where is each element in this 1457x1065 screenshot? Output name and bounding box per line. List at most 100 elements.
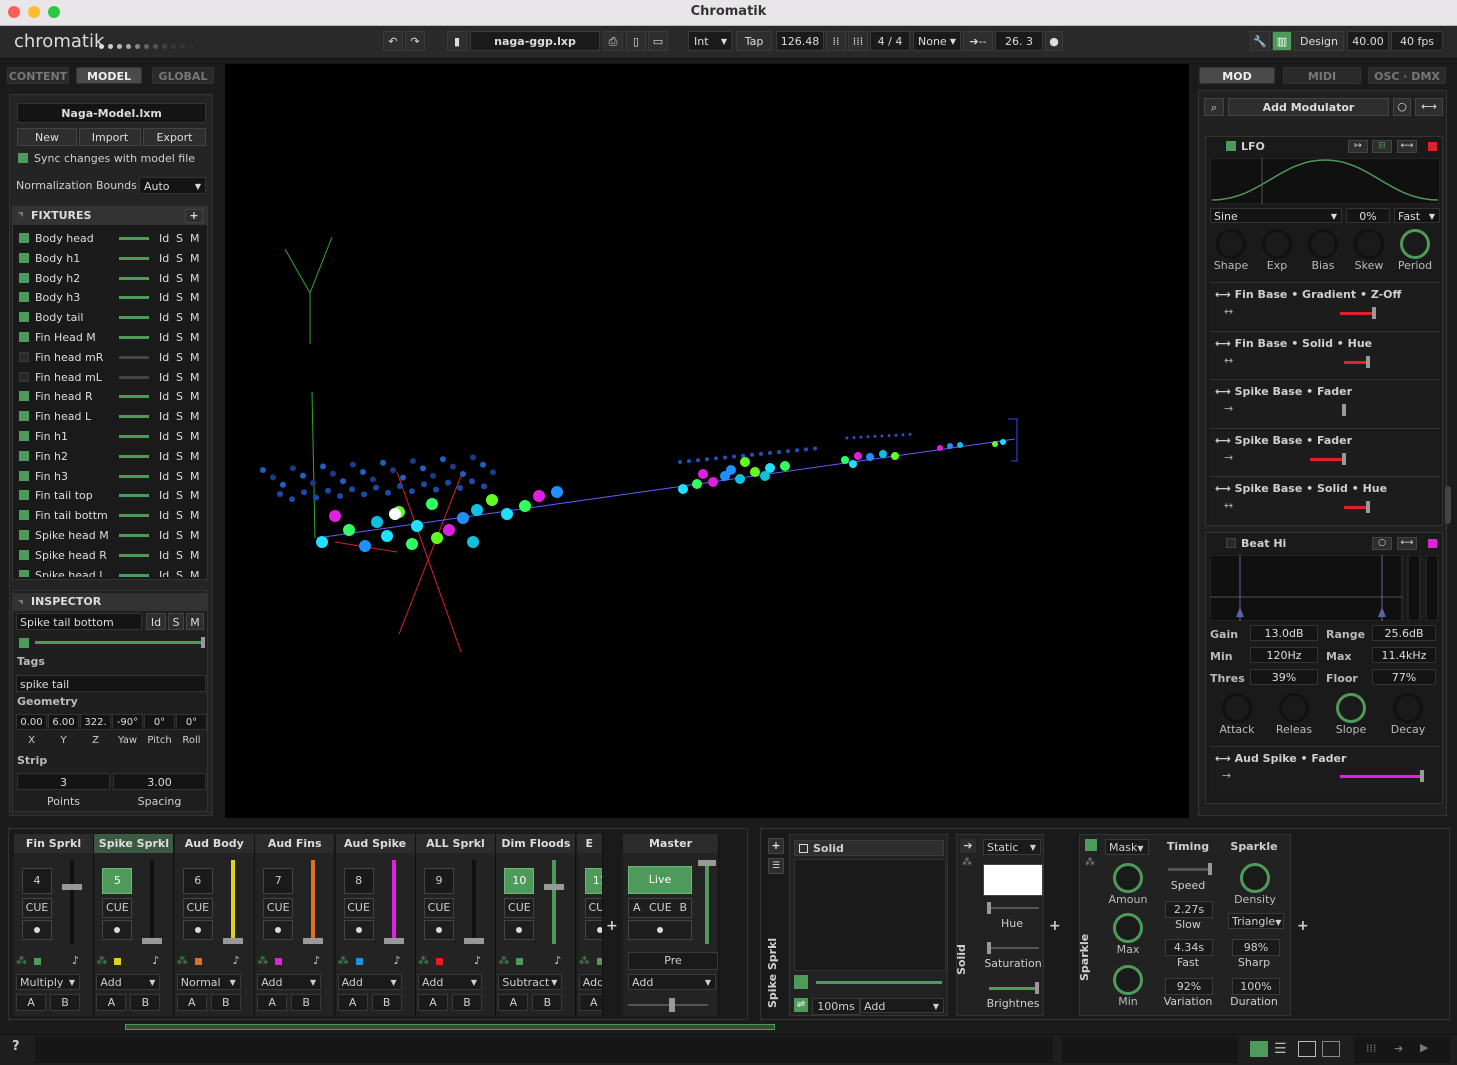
- fixture-brightness-bar[interactable]: [119, 256, 149, 260]
- cue-button[interactable]: CUE: [263, 898, 294, 918]
- solo-button[interactable]: S: [176, 269, 183, 288]
- fixture-enable-checkbox[interactable]: [19, 252, 29, 263]
- channel-number[interactable]: 6: [182, 868, 213, 894]
- solo-button[interactable]: S: [176, 407, 183, 426]
- pattern-list-icon[interactable]: ☰: [768, 858, 784, 874]
- crossfade-a-button[interactable]: A: [96, 994, 127, 1011]
- identify-button[interactable]: Id: [159, 368, 169, 387]
- identify-button[interactable]: Id: [159, 506, 169, 525]
- gain-field[interactable]: 13.0dB: [1250, 625, 1318, 641]
- solo-button[interactable]: S: [176, 387, 183, 406]
- fixture-enable-checkbox[interactable]: [19, 530, 29, 540]
- thres-field[interactable]: 39%: [1250, 669, 1318, 685]
- device-grip-icon[interactable]: ⁂: [1085, 857, 1095, 868]
- brightness-slider[interactable]: [35, 641, 203, 644]
- mask-select[interactable]: Mask▼: [1105, 839, 1149, 855]
- fixture-brightness-bar[interactable]: [119, 336, 149, 339]
- help-icon[interactable]: ?: [12, 1039, 20, 1054]
- crossfade-b-button[interactable]: B: [371, 994, 402, 1011]
- channel-number[interactable]: 8: [343, 868, 374, 894]
- crossfade-a-button[interactable]: A: [418, 994, 448, 1011]
- phase-field[interactable]: 0%: [1346, 208, 1390, 223]
- min-knob[interactable]: [1113, 965, 1143, 995]
- transition-time-field[interactable]: 100ms: [812, 998, 860, 1015]
- solo-button[interactable]: S: [176, 526, 183, 545]
- tab-content[interactable]: CONTENT: [7, 67, 69, 84]
- channel-number[interactable]: 9: [424, 868, 454, 894]
- crossfade-a-button[interactable]: A: [257, 994, 288, 1011]
- forward-icon[interactable]: ➔: [1394, 1042, 1403, 1055]
- channel-name[interactable]: Dim Floods: [496, 834, 576, 853]
- crossfade-a-button[interactable]: A: [498, 994, 529, 1011]
- duration-field[interactable]: 100%: [1232, 978, 1280, 995]
- normalization-select[interactable]: Auto ▼: [139, 177, 206, 194]
- channel-fader[interactable]: [391, 860, 396, 944]
- identify-button[interactable]: Id: [159, 427, 169, 446]
- mute-button[interactable]: M: [190, 249, 200, 268]
- master-fader-handle[interactable]: [698, 860, 716, 866]
- fixture-enable-checkbox[interactable]: [19, 411, 29, 422]
- master-cue-row[interactable]: A CUE B: [628, 898, 692, 918]
- channel-name[interactable]: Spike Sprkl: [94, 834, 174, 853]
- fixture-enable-checkbox[interactable]: [19, 233, 29, 243]
- channel-group-icon[interactable]: ⁂: [338, 954, 349, 967]
- mapping-range-bar[interactable]: [1344, 360, 1366, 364]
- master-dot-button[interactable]: [628, 920, 692, 940]
- redo-icon[interactable]: ↷: [405, 31, 425, 51]
- lfo-mapping-row[interactable]: ⟷ Spike Base • Fader →: [1210, 379, 1440, 426]
- blend-mode-select[interactable]: Multiply ▼: [16, 974, 80, 990]
- speed-handle[interactable]: [1208, 863, 1212, 875]
- mute-button[interactable]: M: [190, 407, 200, 426]
- channel-strip[interactable]: Fin Sprkl 4 CUE ⁂ ♪ Multiply ▼ A B: [14, 834, 94, 1016]
- channel-color-swatch[interactable]: [194, 958, 202, 965]
- solo-button[interactable]: S: [176, 229, 183, 248]
- fixture-enable-checkbox[interactable]: [19, 272, 29, 283]
- master-blend-select[interactable]: Add ▼: [628, 974, 716, 990]
- list-layout-icon[interactable]: ☰: [1274, 1041, 1292, 1057]
- mute-button[interactable]: M: [190, 387, 200, 406]
- max-field[interactable]: 11.4kHz: [1372, 647, 1436, 663]
- undo-icon[interactable]: ↶: [383, 31, 403, 51]
- channel-enable-button[interactable]: [504, 920, 535, 940]
- fixture-enable-checkbox[interactable]: [19, 470, 29, 481]
- pattern-level-slider[interactable]: [816, 981, 942, 984]
- channel-strip[interactable]: Aud Fins 7 CUE ⁂ ♪ Add ▼ A B: [255, 834, 336, 1016]
- attack-knob[interactable]: [1222, 693, 1252, 723]
- channel-strip[interactable]: ALL Sprkl 9 CUE ⁂ ♪ Add ▼ A B: [416, 834, 496, 1016]
- fixture-row[interactable]: Fin tail bottm Id S M: [19, 506, 203, 525]
- fast-field[interactable]: 4.34s: [1165, 939, 1213, 956]
- performance-layout-icon[interactable]: [1250, 1041, 1268, 1057]
- channel-number[interactable]: 4: [22, 868, 52, 894]
- audio-note-icon[interactable]: ♪: [474, 954, 481, 967]
- cue-button[interactable]: CUE: [102, 898, 133, 918]
- identify-button[interactable]: Id: [159, 269, 169, 288]
- beat-enable-checkbox[interactable]: [1226, 538, 1236, 548]
- brightness-handle[interactable]: [1035, 982, 1039, 994]
- fixture-brightness-bar[interactable]: [119, 435, 149, 438]
- blend-mode-select[interactable]: Add▼: [257, 974, 322, 990]
- blend-mode-select[interactable]: Add▼: [96, 974, 161, 990]
- add-effect-icon[interactable]: +: [1049, 918, 1061, 934]
- saturation-handle[interactable]: [987, 942, 991, 954]
- hue-slider[interactable]: [989, 907, 1039, 909]
- tags-field[interactable]: spike tail: [16, 675, 206, 692]
- fixture-brightness-bar[interactable]: [119, 395, 149, 399]
- crossfader-handle[interactable]: [669, 998, 675, 1012]
- audio-note-icon[interactable]: ♪: [554, 954, 561, 967]
- range-field[interactable]: 25.6dB: [1372, 625, 1436, 641]
- fixture-enable-checkbox[interactable]: [19, 569, 29, 577]
- channel-group-icon[interactable]: ⁂: [16, 954, 27, 967]
- model-file-name[interactable]: Naga-Model.lxm: [17, 103, 206, 123]
- fixture-enable-checkbox[interactable]: [19, 312, 29, 323]
- solo-button[interactable]: S: [176, 308, 183, 327]
- releas-knob[interactable]: [1279, 693, 1309, 723]
- identify-button[interactable]: Id: [159, 546, 169, 565]
- tap-tempo-button[interactable]: Tap: [736, 31, 772, 51]
- blend-mode-select[interactable]: Add▼: [418, 974, 482, 990]
- sync-model-checkbox[interactable]: [18, 153, 28, 163]
- speed-slider[interactable]: [1168, 868, 1212, 871]
- identify-button[interactable]: Id: [146, 613, 166, 630]
- tab-mod[interactable]: MOD: [1199, 67, 1275, 84]
- channel-enable-button[interactable]: [263, 920, 294, 940]
- solo-button[interactable]: S: [176, 368, 183, 387]
